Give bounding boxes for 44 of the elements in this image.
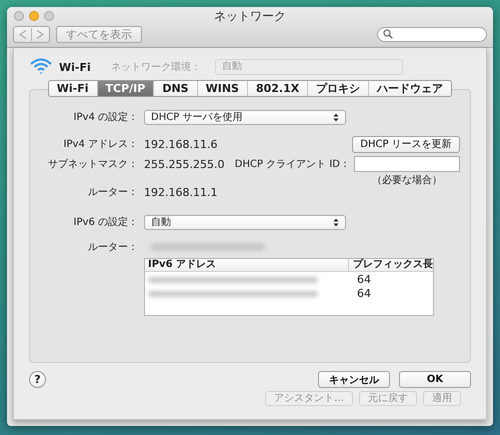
location-popup: 自動	[214, 59, 403, 75]
tab[interactable]: WINS	[198, 81, 248, 96]
tab[interactable]: ハードウェア	[369, 81, 452, 96]
field-label: サブネットマスク：	[47, 158, 139, 172]
field-label: IPv4 の設定：	[72, 110, 139, 124]
help-button[interactable]: ?	[29, 371, 46, 388]
field-label: IPv6 の設定：	[72, 216, 139, 229]
tab[interactable]: 802.1X	[248, 81, 308, 96]
renew-dhcp-button[interactable]: DHCP リースを更新	[352, 136, 460, 152]
window-title: ネットワーク	[214, 8, 286, 24]
close-button[interactable]	[14, 11, 24, 21]
zoom-button[interactable]	[44, 11, 54, 21]
column-header[interactable]: IPv6 アドレス	[145, 259, 349, 271]
field-label: ルーター：	[87, 241, 139, 254]
tab[interactable]: プロキシ	[308, 81, 370, 96]
tab[interactable]: DNS	[154, 81, 198, 96]
ipv4-address: 192.168.11.6	[144, 138, 218, 150]
updown-arrow-icon	[333, 218, 339, 226]
tab[interactable]: Wi-Fi	[48, 81, 98, 96]
location-label: ネットワーク環境：	[110, 60, 201, 74]
column-header[interactable]: プレフィックス長	[349, 259, 433, 271]
minimize-button[interactable]	[29, 11, 39, 21]
back-forward-control[interactable]	[13, 26, 50, 42]
search-field[interactable]	[377, 26, 487, 42]
tab[interactable]: TCP/IP	[98, 81, 154, 96]
subnet-mask: 255.255.255.0	[144, 157, 226, 173]
forward-icon[interactable]	[36, 30, 44, 38]
ok-button[interactable]: OK	[399, 371, 471, 388]
table-cell-text: 64	[356, 287, 371, 300]
client-id-field[interactable]	[354, 156, 460, 172]
wifi-icon	[29, 57, 53, 77]
back-icon[interactable]	[19, 30, 27, 38]
cancel-button[interactable]: キャンセル	[318, 371, 390, 388]
field-hint: （必要な場合）	[372, 174, 442, 187]
field-label: ルーター：	[87, 186, 139, 199]
field-label: DHCP クライアント ID：	[234, 158, 351, 172]
router-address: 192.168.11.1	[144, 186, 218, 198]
ipv6-config-popup[interactable]: 自動	[144, 214, 346, 230]
ipv4-config-popup[interactable]: DHCP サーバを使用	[144, 110, 346, 124]
service-name: Wi-Fi	[59, 60, 91, 74]
table-cell-text: 64	[356, 273, 371, 286]
updown-arrow-icon	[333, 112, 339, 122]
search-icon	[383, 29, 393, 39]
field-label: IPv4 アドレス：	[62, 138, 139, 151]
